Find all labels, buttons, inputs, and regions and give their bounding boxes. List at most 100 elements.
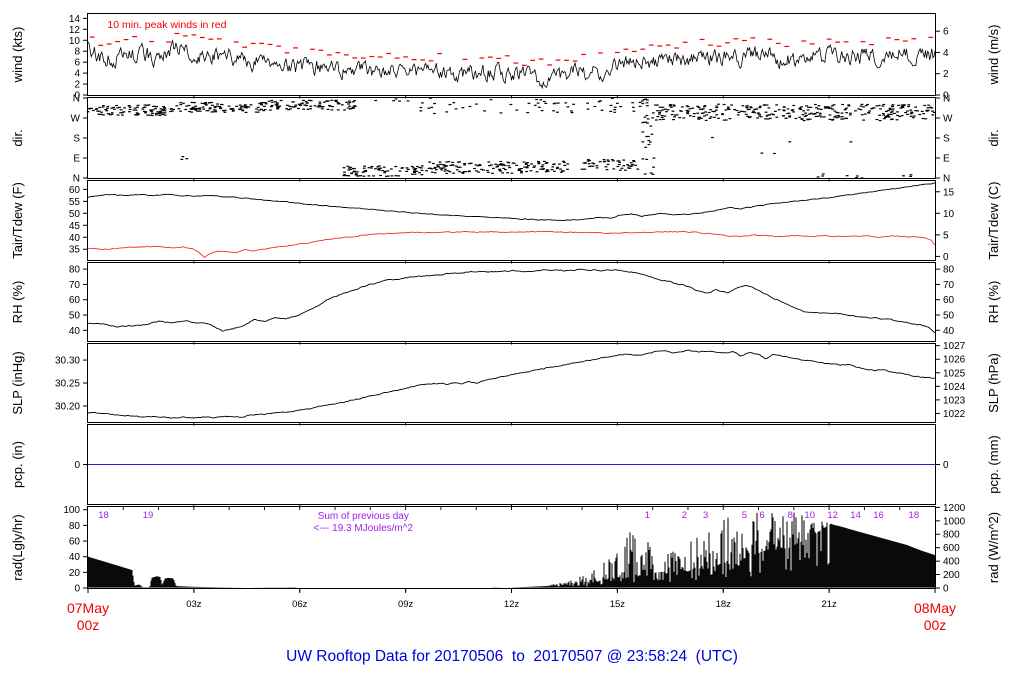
axis-label-left-tair: Tair/Tdew (F) [10, 182, 25, 259]
svg-text:60: 60 [69, 185, 81, 196]
svg-text:0: 0 [74, 584, 80, 595]
svg-text:0: 0 [943, 584, 949, 595]
svg-text:14: 14 [850, 510, 861, 521]
svg-text:400: 400 [943, 557, 960, 568]
svg-text:18: 18 [909, 510, 920, 521]
panel-pcp: 0 0pcp. (in) pcp. (mm) [10, 424, 1001, 508]
axis-label-left-rh: RH (%) [10, 281, 25, 324]
svg-text:8: 8 [788, 510, 793, 521]
svg-text:S: S [943, 134, 950, 145]
panel-frame-tair [87, 180, 936, 261]
axis-ticks-tair: 354045505560 0 5 10 15 [69, 185, 955, 264]
svg-text:70: 70 [69, 280, 81, 291]
svg-text:1200: 1200 [943, 503, 966, 514]
series-tdew-f [87, 230, 936, 258]
svg-text:70: 70 [943, 280, 955, 291]
svg-text:15: 15 [943, 187, 955, 198]
svg-text:E: E [943, 154, 950, 165]
svg-text:10: 10 [943, 209, 955, 220]
axis-label-right-tair: Tair/Tdew (C) [986, 181, 1001, 259]
x-tick-label: 18z [716, 599, 732, 610]
svg-text:N: N [73, 174, 80, 185]
svg-text:30.20: 30.20 [55, 401, 80, 412]
axis-label-right-rh: RH (%) [986, 281, 1001, 324]
svg-text:18: 18 [98, 510, 109, 521]
svg-text:80: 80 [943, 265, 955, 276]
series-slp-inhg [87, 349, 936, 419]
x-date-hour-start: 00z [77, 617, 100, 633]
svg-text:80: 80 [69, 265, 81, 276]
series-wind-direction [86, 97, 936, 179]
axis-label-left-dir: dir. [10, 129, 25, 146]
svg-text:19: 19 [143, 510, 154, 521]
svg-text:45: 45 [69, 221, 81, 232]
svg-text:600: 600 [943, 543, 960, 554]
svg-text:6: 6 [943, 27, 949, 38]
svg-text:N: N [943, 174, 950, 185]
axis-ticks-rh: 40 50 60 70 80 40 50 60 70 80 [69, 265, 955, 345]
svg-text:0: 0 [74, 460, 80, 471]
chart-title: UW Rooftop Data for 20170506 to 20170507… [286, 648, 738, 665]
svg-text:12: 12 [827, 510, 838, 521]
panel-frame-rh [87, 262, 936, 342]
svg-text:60: 60 [69, 537, 81, 548]
svg-text:40: 40 [69, 552, 81, 563]
axis-label-left-rad: rad(Lgly/hr) [10, 514, 25, 580]
axis-label-right-wind: wind (m/s) [986, 25, 1001, 86]
svg-text:1027: 1027 [943, 341, 966, 352]
annotation: Sum of previous day [318, 511, 409, 522]
x-date-label-start: 07May [67, 600, 109, 616]
panel-tair: 354045505560 0 5 10 15 Tair/Tdew (F) Tair/Tdew… [10, 180, 1001, 264]
svg-text:6: 6 [74, 58, 80, 69]
svg-text:W: W [943, 114, 953, 125]
panel-wind: 02468101214024610 min. peak winds in red… [10, 13, 1001, 102]
series-solar-radiation [87, 512, 936, 588]
panel-slp: 30.20 30.25 30.30 1022 1023 1024 1025 1026 1027 S… [10, 341, 1001, 426]
svg-text:2: 2 [74, 80, 80, 91]
svg-text:800: 800 [943, 530, 960, 541]
x-tick-label: 15z [610, 599, 626, 610]
svg-text:30.30: 30.30 [55, 356, 80, 367]
x-date-label-end: 08May [914, 600, 956, 616]
axis-ticks-pcp: 00 [74, 460, 949, 508]
x-tick-label: 09z [398, 599, 414, 610]
svg-text:60: 60 [69, 295, 81, 306]
svg-text:40: 40 [943, 326, 955, 337]
svg-text:1024: 1024 [943, 382, 966, 393]
svg-text:0: 0 [943, 460, 949, 471]
series-tair-f [87, 182, 936, 221]
svg-text:4: 4 [943, 48, 949, 59]
panel-dir: NWSENNWSENdir. dir. [10, 94, 1001, 185]
svg-text:2: 2 [943, 69, 949, 80]
meteogram: 0 2 4 6 8 10 12 14 0 2 4 6 10 min. peak winds in red… [0, 0, 1024, 700]
svg-text:20: 20 [69, 568, 81, 579]
panel-rad: 02040608010002004006008001000120018 19 1 2 3… [10, 503, 1001, 595]
svg-text:60: 60 [943, 295, 955, 306]
panel-rh: 40 50 60 70 80 40 50 60 70 80 RH (%) RH (%) [10, 262, 1001, 345]
svg-text:30.25: 30.25 [55, 379, 80, 390]
x-tick-label: 12z [504, 599, 520, 610]
svg-text:5: 5 [742, 510, 747, 521]
svg-text:2: 2 [682, 510, 687, 521]
svg-text:1023: 1023 [943, 395, 966, 406]
svg-text:S: S [73, 134, 80, 145]
svg-text:W: W [71, 114, 81, 125]
svg-text:1026: 1026 [943, 355, 966, 366]
svg-text:12: 12 [69, 25, 81, 36]
series-rh-pct [88, 268, 936, 333]
svg-text:N: N [73, 94, 80, 105]
annotation: 10 min. peak winds in red [107, 19, 226, 31]
svg-text:50: 50 [943, 311, 955, 322]
svg-text:10: 10 [804, 510, 815, 521]
svg-text:10: 10 [69, 36, 81, 47]
svg-text:16: 16 [873, 510, 884, 521]
x-date-hour-end: 00z [924, 617, 947, 633]
svg-text:100: 100 [63, 505, 80, 516]
x-tick-label: 21z [821, 599, 837, 610]
axis-label-right-pcp: pcp. (mm) [986, 435, 1001, 494]
svg-text:5: 5 [943, 230, 949, 241]
svg-text:40: 40 [69, 326, 81, 337]
svg-text:3: 3 [703, 510, 708, 521]
x-axis: 03z 06z 09z 12z 15z 18z 21z07May00z08May00z [67, 588, 956, 633]
svg-text:50: 50 [69, 209, 81, 220]
